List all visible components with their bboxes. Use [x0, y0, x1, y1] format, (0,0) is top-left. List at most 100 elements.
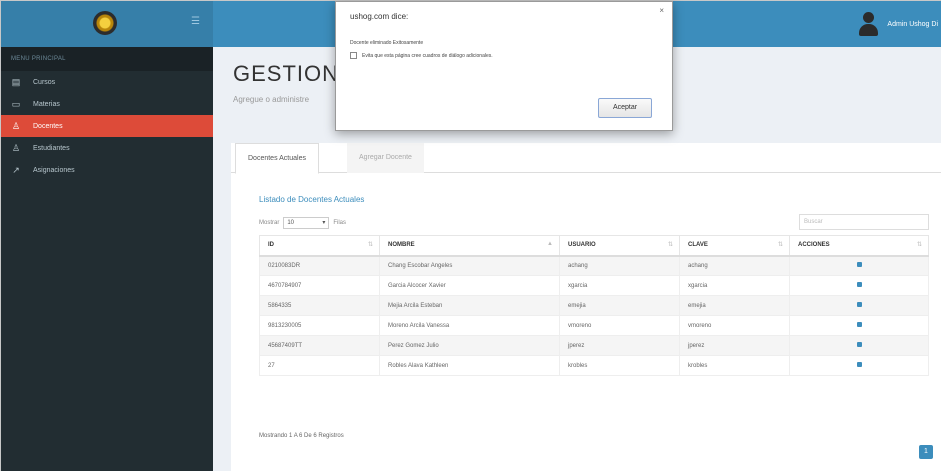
sort-icon: ⇅: [667, 242, 673, 248]
table-row: 45687409TT Perez Gomez Julio jperez jper…: [259, 335, 929, 356]
cell-nombre: Moreno Arcila Vanessa: [379, 315, 560, 336]
table-row: 4670784907 Garcia Alcocer Xavier xgarcia…: [259, 275, 929, 296]
cell-nombre: Mejia Arcila Esteban: [379, 295, 560, 316]
search-input[interactable]: Buscar: [799, 214, 929, 230]
docentes-table: ID ⇅ NOMBRE ▲ USUARIO ⇅ CLAVE ⇅ ACCIONES ⇅ 02…: [259, 235, 929, 376]
column-header-nombre[interactable]: NOMBRE ▲: [379, 235, 560, 257]
column-header-clave[interactable]: CLAVE ⇅: [679, 235, 790, 257]
user-name: Admin Ushog Di: [887, 20, 938, 28]
tab-docentes-actuales[interactable]: Docentes Actuales: [235, 143, 319, 174]
cell-usuario: jperez: [559, 335, 680, 356]
sidebar-item-label: Cursos: [33, 78, 56, 86]
user-icon: ♙: [11, 121, 21, 131]
edit-icon[interactable]: [856, 302, 862, 307]
folder-icon: ▭: [11, 99, 21, 109]
user-avatar-icon: [857, 10, 879, 38]
cell-id: 9813230005: [259, 315, 380, 336]
sidebar-item-materias[interactable]: ▭ Materias: [1, 93, 213, 115]
column-header-id[interactable]: ID ⇅: [259, 235, 380, 257]
menu-toggle-icon[interactable]: ☰: [191, 17, 203, 27]
show-prefix: Mostrar: [259, 220, 280, 226]
sidebar-header: MENU PRINCIPAL: [1, 47, 213, 71]
cell-id: 4670784907: [259, 275, 380, 296]
chart-icon: ↗: [12, 165, 20, 175]
edit-icon[interactable]: [856, 322, 862, 327]
page-subtitle: Agregue o administre: [233, 95, 310, 104]
cell-clave: emejia: [679, 295, 790, 316]
table-row: 27 Robles Alava Kathleen krobles krobles: [259, 355, 929, 376]
app-window: ☰ Admin Ushog Di MENU PRINCIPAL ▤ Cursos…: [0, 0, 941, 471]
cell-clave: vmoreno: [679, 315, 790, 336]
page-length-control: Mostrar 10 ▾ Filas: [259, 217, 346, 229]
sidebar-item-estudiantes[interactable]: ♙ Estudiantes: [1, 137, 213, 159]
cell-clave: krobles: [679, 355, 790, 376]
list-title: Listado de Docentes Actuales: [259, 195, 365, 204]
cell-id: 0210083DR: [259, 255, 380, 276]
table-info: Mostrando 1 A 6 De 6 Registros: [259, 433, 344, 439]
sidebar-item-asignaciones[interactable]: ↗ Asignaciones: [1, 159, 213, 181]
book-icon: ▤: [11, 77, 21, 87]
cell-usuario: vmoreno: [559, 315, 680, 336]
suppress-dialogs-checkbox[interactable]: Evita que esta página cree cuadros de di…: [350, 52, 493, 59]
table-row: 0210083DR Chang Escobar Angeles achang a…: [259, 255, 929, 276]
column-header-usuario[interactable]: USUARIO ⇅: [559, 235, 680, 257]
sort-icon: ⇅: [367, 242, 373, 248]
cell-usuario: krobles: [559, 355, 680, 376]
cell-nombre: Chang Escobar Angeles: [379, 255, 560, 276]
cell-nombre: Garcia Alcocer Xavier: [379, 275, 560, 296]
cell-id: 27: [259, 355, 380, 376]
cell-clave: jperez: [679, 335, 790, 356]
institution-logo: [93, 11, 117, 35]
cell-nombre: Perez Gomez Julio: [379, 335, 560, 356]
cell-nombre: Robles Alava Kathleen: [379, 355, 560, 376]
close-icon[interactable]: ×: [659, 6, 664, 15]
cell-clave: achang: [679, 255, 790, 276]
tab-agregar-docente[interactable]: Agregar Docente: [347, 143, 424, 173]
table-row: 5864335 Mejia Arcila Esteban emejia emej…: [259, 295, 929, 316]
cell-id: 5864335: [259, 295, 380, 316]
edit-icon[interactable]: [856, 262, 862, 268]
column-header-acciones[interactable]: ACCIONES ⇅: [789, 235, 929, 257]
sidebar-item-label: Estudiantes: [33, 144, 70, 152]
edit-icon[interactable]: [856, 282, 862, 287]
sidebar-item-label: Docentes: [33, 122, 63, 130]
pagination-page-1[interactable]: 1: [919, 445, 933, 459]
sort-icon: ⇅: [916, 242, 922, 248]
user-menu[interactable]: Admin Ushog Di: [857, 1, 941, 47]
logo-area[interactable]: ☰: [1, 1, 213, 47]
dialog-title: ushog.com dice:: [350, 12, 409, 21]
docentes-panel: Docentes Actuales Agregar Docente Listad…: [231, 143, 941, 471]
cell-id: 45687409TT: [259, 335, 380, 356]
cell-usuario: xgarcia: [559, 275, 680, 296]
page-length-select[interactable]: 10 ▾: [283, 217, 330, 229]
table-row: 9813230005 Moreno Arcila Vanessa vmoreno…: [259, 315, 929, 336]
page-length-value: 10: [287, 220, 295, 226]
sidebar-item-cursos[interactable]: ▤ Cursos: [1, 71, 213, 93]
cell-acciones: [789, 295, 929, 316]
sort-icon: ⇅: [777, 242, 783, 248]
cell-acciones: [789, 315, 929, 336]
cell-acciones: [789, 275, 929, 296]
dialog-message: Docente eliminado Exitosamente: [350, 40, 424, 46]
sidebar: MENU PRINCIPAL ▤ Cursos ▭ Materias ♙ Doc…: [1, 47, 213, 471]
cell-usuario: emejia: [559, 295, 680, 316]
ok-button[interactable]: Aceptar: [598, 98, 652, 118]
show-suffix: Filas: [333, 220, 347, 226]
cell-clave: xgarcia: [679, 275, 790, 296]
tab-bar: Docentes Actuales Agregar Docente: [231, 143, 941, 174]
edit-icon[interactable]: [856, 362, 862, 367]
sidebar-item-label: Materias: [33, 100, 60, 108]
table-header-row: ID ⇅ NOMBRE ▲ USUARIO ⇅ CLAVE ⇅ ACCIONES ⇅: [259, 235, 929, 257]
cell-usuario: achang: [559, 255, 680, 276]
checkbox-box[interactable]: [350, 52, 357, 59]
page-title: GESTION: [233, 61, 340, 86]
sidebar-item-label: Asignaciones: [33, 166, 75, 174]
sidebar-item-docentes[interactable]: ♙ Docentes: [1, 115, 213, 137]
cell-acciones: [789, 255, 929, 276]
chevron-down-icon: ▾: [322, 220, 326, 226]
checkbox-label: Evita que esta página cree cuadros de di…: [362, 52, 493, 59]
cell-acciones: [789, 355, 929, 376]
edit-icon[interactable]: [856, 342, 862, 347]
sort-asc-icon: ▲: [547, 241, 553, 247]
user-icon: ♙: [11, 143, 21, 153]
